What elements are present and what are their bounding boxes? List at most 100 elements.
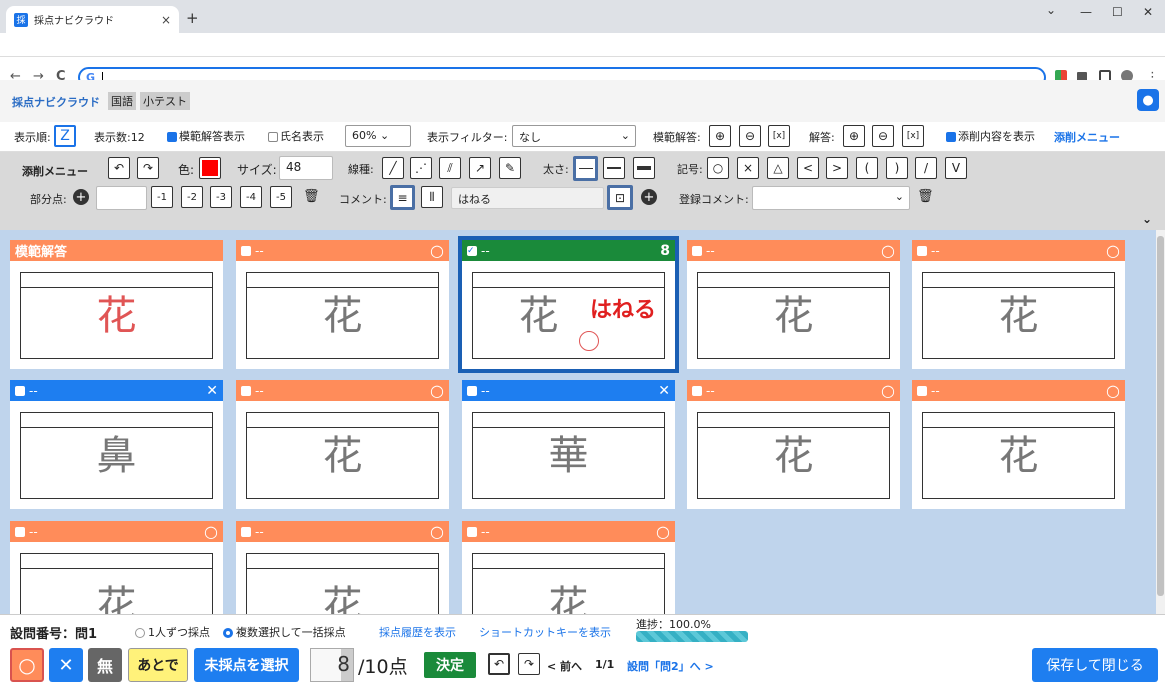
prev-button[interactable]: < 前へ (547, 658, 582, 674)
filter-select[interactable]: なし ⌄ (512, 125, 636, 147)
answer-card[interactable]: -- ○ 花 (912, 380, 1125, 509)
answer-card[interactable]: -- ○ 花 (462, 521, 675, 614)
user-account-icon[interactable]: ● (1137, 89, 1159, 111)
minus-1-button[interactable]: -1 (151, 186, 173, 208)
answer-zoom-out-icon[interactable]: ⊖ (872, 125, 894, 147)
answer-card[interactable]: -- ○ 花 (687, 380, 900, 509)
add-comment-icon[interactable]: + (641, 189, 657, 205)
card-checkbox[interactable] (917, 385, 927, 396)
line-dashed-icon[interactable]: ⋰ (410, 157, 432, 179)
mark-correct-button[interactable]: ○ (10, 648, 44, 682)
symbol-greater-icon[interactable]: > (826, 157, 848, 179)
delete-partial-icon[interactable]: 🗑 (303, 189, 320, 204)
horizontal-text-icon[interactable]: ≡ (390, 185, 415, 210)
minus-3-button[interactable]: -3 (210, 186, 232, 208)
window-close-icon[interactable]: ✕ (1143, 5, 1153, 19)
select-ungraded-button[interactable]: 未採点を選択 (194, 648, 299, 682)
save-close-button[interactable]: 保存して閉じる (1032, 648, 1158, 682)
symbol-open-paren-icon[interactable]: ( (856, 157, 878, 179)
answer-card[interactable]: -- ○ 花 (687, 240, 900, 369)
symbol-check-icon[interactable]: V (945, 157, 967, 179)
show-name-checkbox[interactable]: 氏名表示 (268, 128, 324, 144)
size-input[interactable]: 48 (279, 156, 333, 180)
symbol-close-paren-icon[interactable]: ) (886, 157, 908, 179)
card-header[interactable]: -- ✕ (10, 380, 223, 401)
show-correction-checkbox[interactable]: 添削内容を表示 (946, 128, 1035, 144)
answer-card[interactable]: ✓ -- 8 花はねる (458, 236, 679, 373)
medium-line-icon[interactable] (603, 157, 625, 179)
card-header[interactable]: -- ○ (462, 521, 675, 542)
card-header[interactable]: -- ○ (912, 380, 1125, 401)
history-link[interactable]: 採点履歴を表示 (379, 624, 456, 640)
card-checkbox[interactable] (15, 385, 25, 396)
card-checkbox[interactable] (15, 526, 25, 537)
maximize-icon[interactable]: ☐ (1112, 5, 1123, 19)
card-header[interactable]: -- ○ (912, 240, 1125, 261)
mode-single-radio[interactable]: 1人ずつ採点 (135, 624, 210, 640)
zoom-select[interactable]: 60% ⌄ (345, 125, 411, 147)
delete-comment-icon[interactable]: 🗑 (917, 189, 934, 204)
model-zoom-out-icon[interactable]: ⊖ (739, 125, 761, 147)
show-model-checkbox[interactable]: 模範解答表示 (167, 128, 245, 144)
checkbox-icon[interactable] (167, 132, 177, 142)
decide-button[interactable]: 決定 (424, 652, 476, 678)
symbol-cross-icon[interactable]: × (737, 157, 759, 179)
answer-card[interactable]: -- ○ 花 (236, 380, 449, 509)
answer-card[interactable]: -- ○ 花 (10, 521, 223, 614)
card-header[interactable]: ✓ -- 8 (462, 240, 675, 261)
answer-card[interactable]: -- ○ 花 (236, 240, 449, 369)
next-question-link[interactable]: 設問「問2」へ > (627, 658, 714, 674)
card-checkbox[interactable] (917, 245, 927, 256)
symbol-slash-icon[interactable]: / (915, 157, 937, 179)
score-input[interactable]: 8 (310, 648, 354, 682)
card-checkbox[interactable] (241, 245, 251, 256)
mark-none-button[interactable]: 無 (88, 648, 122, 682)
add-partial-icon[interactable]: + (73, 189, 89, 205)
answer-card[interactable]: 模範解答花 (10, 240, 223, 369)
answer-card[interactable]: -- ○ 花 (236, 521, 449, 614)
registered-comment-select[interactable]: ⌄ (752, 186, 910, 210)
checkbox-icon[interactable] (268, 132, 278, 142)
card-header[interactable]: -- ○ (236, 240, 449, 261)
later-button[interactable]: あとで (128, 648, 188, 682)
symbol-triangle-icon[interactable]: △ (767, 157, 789, 179)
card-header[interactable]: -- ○ (236, 521, 449, 542)
arrow-icon[interactable]: ↗ (469, 157, 491, 179)
card-checkbox[interactable] (692, 245, 702, 256)
correction-menu-link[interactable]: 添削メニュー (1054, 129, 1120, 145)
card-checkbox[interactable] (241, 526, 251, 537)
card-header[interactable]: -- ○ (687, 380, 900, 401)
card-checkbox[interactable]: ✓ (467, 245, 477, 256)
bottom-undo-icon[interactable]: ↶ (488, 653, 510, 675)
card-checkbox[interactable] (692, 385, 702, 396)
comment-input[interactable]: はねる (451, 187, 604, 209)
minimize-icon[interactable]: — (1080, 5, 1092, 19)
minus-4-button[interactable]: -4 (240, 186, 262, 208)
browser-tab[interactable]: 採 採点ナビクラウド × (6, 6, 179, 33)
collapse-toolbar-icon[interactable]: ⌄ (1142, 212, 1152, 226)
pen-icon[interactable]: ✎ (499, 157, 521, 179)
card-checkbox[interactable] (467, 385, 477, 396)
minus-2-button[interactable]: -2 (181, 186, 203, 208)
color-swatch[interactable] (199, 157, 221, 179)
undo-icon[interactable]: ↶ (108, 157, 130, 179)
new-tab-icon[interactable]: + (186, 9, 199, 27)
answer-card[interactable]: -- ○ 花 (912, 240, 1125, 369)
checkbox-icon[interactable] (946, 132, 956, 142)
card-header[interactable]: -- ○ (10, 521, 223, 542)
card-checkbox[interactable] (467, 526, 477, 537)
minus-5-button[interactable]: -5 (270, 186, 292, 208)
vertical-text-icon[interactable]: ⦀ (421, 186, 443, 208)
bottom-redo-icon[interactable]: ↷ (518, 653, 540, 675)
card-header[interactable]: -- ○ (687, 240, 900, 261)
mark-wrong-button[interactable]: ✕ (49, 648, 83, 682)
thin-line-icon[interactable] (573, 156, 598, 181)
answer-zoom-in-icon[interactable]: ⊕ (843, 125, 865, 147)
mode-multi-radio[interactable]: 複数選択して一括採点 (223, 624, 346, 640)
symbol-circle-icon[interactable]: ○ (707, 157, 729, 179)
line-solid-icon[interactable]: ╱ (382, 157, 404, 179)
stamp-icon[interactable]: ⊡ (607, 185, 633, 210)
card-header[interactable]: 模範解答 (10, 240, 223, 261)
card-header[interactable]: -- ○ (236, 380, 449, 401)
answer-card[interactable]: -- ✕ 鼻 (10, 380, 223, 509)
